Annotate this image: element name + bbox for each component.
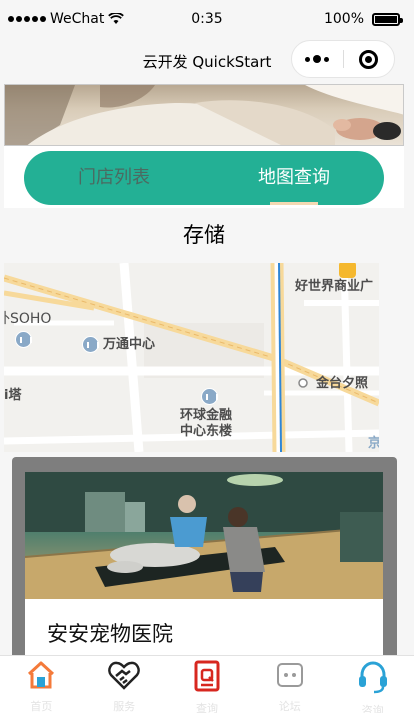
more-dot-icon (305, 56, 311, 62)
chat-icon (273, 660, 307, 690)
store-photo (25, 472, 383, 599)
tabbar-label-service: 服务 (113, 700, 136, 713)
map-view[interactable]: 好世界商业广 外SOHO 万通中心 i塔 金台夕照 环球金融 中心东楼 京 (4, 263, 379, 452)
mini-program-capsule (291, 40, 395, 78)
map-label-shop-mall: 好世界商业广 (295, 279, 374, 294)
more-dot-icon (324, 56, 330, 62)
bottom-tab-bar: 首页 服务 查询 论坛 咨询 (0, 655, 414, 713)
battery-percent: 100% (323, 11, 364, 27)
tabbar-label-query: 查询 (195, 702, 218, 713)
map-label-tower: i塔 (4, 388, 22, 403)
tab-store-list-label: 门店列表 (78, 167, 150, 188)
home-icon (24, 660, 58, 690)
building-poi-icon (82, 336, 99, 353)
tabbar-item-forum[interactable]: 论坛 (248, 656, 331, 713)
building-poi-icon (15, 331, 32, 348)
tabbar-label-consult: 咨询 (361, 704, 384, 713)
tabbar-label-home: 首页 (30, 700, 53, 713)
tabbar-item-query[interactable]: 查询 (166, 656, 249, 713)
map-label-soho: 外SOHO (4, 311, 52, 327)
tabbar-item-service[interactable]: 服务 (83, 656, 166, 713)
tab-switcher-area: 门店列表 地图查询 (4, 146, 404, 208)
section-title: 存储 (4, 208, 404, 263)
vet-clinic-illustration (25, 472, 383, 599)
close-mini-program-button[interactable] (343, 49, 394, 69)
active-tab-indicator (270, 202, 318, 205)
more-dot-icon (313, 55, 322, 63)
banner-image (4, 84, 404, 146)
battery-fill (375, 15, 397, 23)
map-label-wantong: 万通中心 (103, 337, 156, 352)
tab-map-query-label: 地图查询 (258, 167, 330, 188)
target-circle-icon (359, 49, 379, 69)
store-name: 安安宠物医院 (47, 622, 173, 646)
battery-status: 100% (323, 11, 403, 27)
headset-icon (356, 660, 390, 694)
document-icon (190, 660, 224, 692)
tab-map-query[interactable]: 地图查询 (204, 151, 384, 205)
map-label-jintai: 金台夕照 (316, 376, 369, 391)
map-label-global-finance: 环球金融 中心东楼 (180, 408, 233, 439)
tabbar-item-home[interactable]: 首页 (0, 656, 83, 713)
tab-switcher: 门店列表 地图查询 (24, 151, 384, 205)
handshake-icon (107, 660, 141, 690)
tabbar-item-consult[interactable]: 咨询 (331, 656, 414, 713)
dog-photo-illustration (5, 85, 403, 145)
more-options-button[interactable] (292, 55, 343, 63)
navigation-bar: 云开发 QuickStart (0, 40, 414, 80)
building-poi-icon (201, 388, 218, 405)
battery-icon (372, 12, 403, 26)
shopping-poi-icon (339, 263, 356, 278)
map-label-jing: 京 (368, 436, 379, 451)
tabbar-label-forum: 论坛 (278, 700, 301, 713)
status-bar: WeChat 0:35 100% (0, 0, 414, 40)
tab-store-list[interactable]: 门店列表 (24, 151, 204, 205)
store-card[interactable]: 安安宠物医院 (25, 472, 383, 657)
